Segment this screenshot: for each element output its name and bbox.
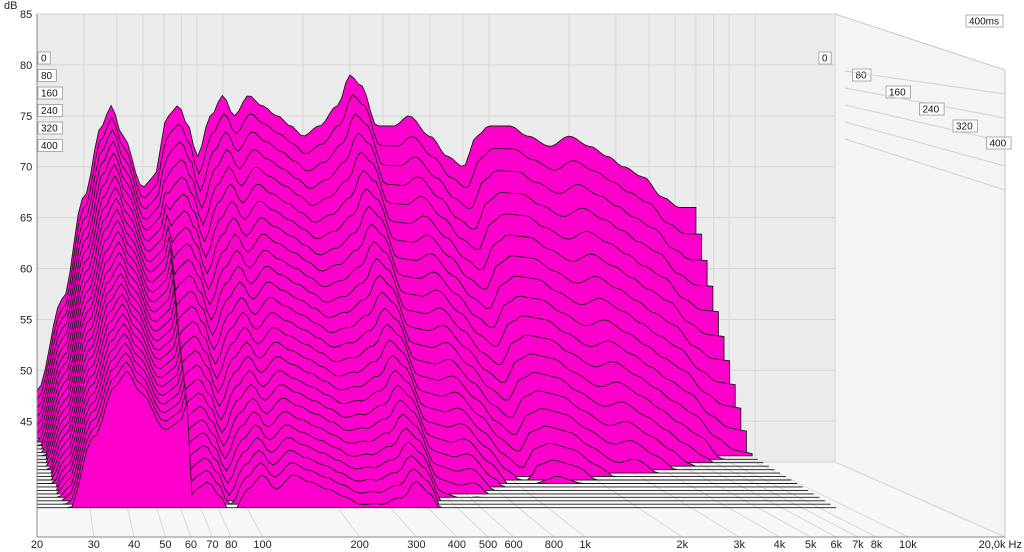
x-tick-label: 600 [504,539,522,551]
x-tick-label: 20 [31,539,43,551]
time-tick-left: 80 [41,71,53,82]
time-tick-left: 160 [41,89,58,100]
x-tick-label: 50 [159,539,171,551]
x-tick-label: 5k [805,539,817,551]
x-tick-label: 6k [830,539,842,551]
y-tick-label: 60 [20,264,32,276]
y-tick-label: 70 [20,162,32,174]
x-tick-label: 4k [774,539,786,551]
time-tick-left: 240 [41,106,58,117]
time-tick-right: 320 [956,122,973,133]
x-tick-label: 60 [185,539,197,551]
x-axis: 20 30 40 50 60 70 80 100 200 300 400 500 600 800 1k 2k 3… [31,536,1022,551]
side-wall-panel [834,13,1006,538]
x-tick-label: 70 [206,539,218,551]
y-tick-label: 50 [20,365,32,377]
time-range-label: 400ms [969,17,999,28]
y-tick-label: 85 [20,9,32,21]
x-tick-label: 200 [350,539,368,551]
x-tick-label: 7k [852,539,864,551]
y-axis-unit-label: dB [4,0,17,12]
y-tick-label: 55 [20,314,32,326]
x-tick-label: 300 [407,539,425,551]
time-tick-right: 400 [990,139,1007,150]
x-tick-label: 30 [88,539,100,551]
x-tick-label: 8k [871,539,883,551]
x-tick-label: 1k [579,539,591,551]
time-tick-left: 400 [41,141,58,152]
time-tick-left: 320 [41,124,58,135]
time-tick-right: 240 [923,105,940,116]
y-tick-label: 75 [20,111,32,123]
x-tick-label: 100 [253,539,271,551]
y-axis: dB85 80 75 70 65 60 55 50 45 [4,0,38,537]
waterfall-chart: dB 85 80 75 70 65 60 55 50 45 20 30 40 50 60 70 80 100 20… [0,0,1024,552]
x-tick-label: 80 [225,539,237,551]
y-tick-label: 65 [20,213,32,225]
time-tick-left: 0 [41,54,47,65]
x-tick-label: 400 [448,539,466,551]
time-tick-right: 80 [856,71,868,82]
x-tick-label: 500 [479,539,497,551]
time-tick-right: 0 [822,54,828,65]
x-tick-label: 10k [899,539,917,551]
x-tick-label: 800 [545,539,563,551]
x-tick-label: 20,0k Hz [979,539,1022,551]
y-tick-label: 80 [20,60,32,72]
x-tick-label: 40 [128,539,140,551]
waterfall-plot: dB858075706560555045 20 30 40 50 60 70 80 100 20… [4,0,1022,551]
x-tick-label: 2k [677,539,689,551]
x-tick-label: 3k [733,539,745,551]
y-tick-label: 45 [20,416,32,428]
